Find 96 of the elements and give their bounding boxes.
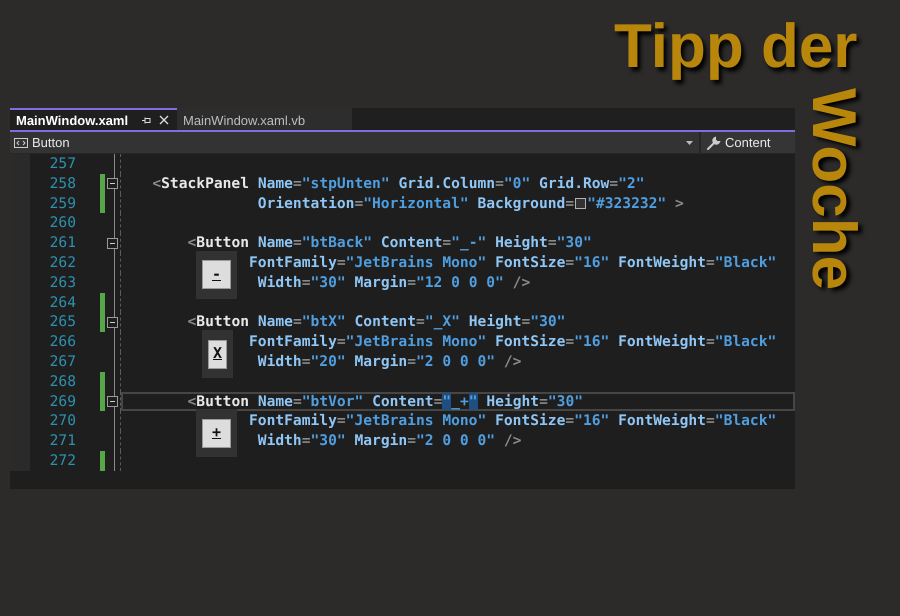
attribute-name: FontFamily=: [249, 333, 346, 350]
attribute-value: "Horizontal": [363, 194, 469, 212]
line-number: 260: [48, 213, 76, 234]
pin-icon[interactable]: [142, 116, 151, 124]
tag-close: >: [675, 194, 684, 212]
line-number: 270: [48, 411, 76, 432]
line-number: 263: [48, 272, 76, 293]
element-dropdown[interactable]: Button: [32, 135, 70, 150]
attribute-value: "20": [310, 352, 346, 370]
banner-title: Tipp der: [614, 16, 858, 78]
collapse-icon[interactable]: [107, 396, 118, 407]
attribute-value: "2 0 0 0": [416, 432, 496, 450]
attribute-value: "16": [574, 412, 610, 430]
attribute-value: "Black": [714, 333, 776, 350]
attribute-value: "30": [548, 392, 584, 410]
attribute-name: FontFamily=: [249, 412, 346, 430]
attribute-name: Name=: [258, 313, 302, 330]
attribute-value: "12 0 0 0": [416, 274, 504, 291]
attribute-name: FontWeight=: [618, 254, 715, 271]
attribute-name: Margin=: [354, 352, 416, 370]
tag-close: />: [504, 432, 522, 450]
attribute-name: FontFamily=: [249, 254, 346, 271]
attribute-name: Grid.Column=: [398, 174, 504, 192]
line-number: 262: [48, 252, 76, 273]
attribute-name: Margin=: [354, 274, 416, 291]
attribute-value: "_X": [424, 313, 460, 330]
line-number: 267: [48, 352, 76, 372]
attribute-value: "16": [574, 254, 610, 271]
line-number: 259: [48, 194, 76, 214]
line-number: 266: [48, 332, 76, 352]
attribute-name: Width=: [258, 352, 311, 370]
element-icon: [14, 138, 28, 148]
attribute-name: FontSize=: [495, 412, 574, 430]
attribute-name: Content=: [380, 234, 452, 252]
attribute-value: "2": [618, 174, 644, 192]
wrench-icon: [707, 136, 721, 150]
attribute-name: Height=: [486, 392, 548, 410]
attribute-name: Grid.Row=: [539, 174, 618, 192]
line-number: 261: [48, 233, 76, 253]
attribute-name: Content=: [372, 392, 442, 410]
attribute-value: "0": [504, 174, 530, 192]
element-tag: <Button: [188, 392, 250, 410]
collapse-icon[interactable]: [107, 238, 118, 249]
caret-icon[interactable]: [686, 140, 693, 144]
attribute-value: "30": [310, 432, 346, 450]
line-number: 271: [48, 431, 76, 451]
attribute-name: FontSize=: [495, 333, 574, 350]
attribute-name: FontWeight=: [618, 333, 715, 350]
line-number: 257: [48, 154, 76, 174]
line-number: 272: [48, 450, 76, 471]
attribute-value: "30": [530, 313, 566, 330]
attribute-name: FontSize=: [495, 254, 574, 271]
attribute-name: Content=: [354, 313, 425, 330]
banner-title: Woche: [802, 88, 864, 290]
attribute-value: "stpUnten": [302, 174, 390, 192]
attribute-value: "JetBrains Mono": [346, 254, 486, 271]
line-number: 268: [48, 372, 76, 392]
member-dropdown[interactable]: Content: [725, 135, 771, 150]
attribute-name: Background=: [477, 194, 574, 212]
attribute-value: "16": [574, 333, 610, 350]
attribute-name: Height=: [495, 234, 557, 252]
attribute-value: "_+": [442, 392, 478, 410]
line-number: 258: [48, 174, 76, 194]
attribute-name: FontWeight=: [618, 412, 715, 430]
attribute-value: "#323232": [587, 194, 666, 212]
element-tag: <Button: [188, 234, 250, 252]
collapse-icon[interactable]: [107, 178, 118, 190]
attribute-value: "_-": [451, 234, 486, 252]
element-tag: <StackPanel: [152, 174, 250, 192]
collapse-icon[interactable]: [107, 316, 118, 328]
attribute-name: Name=: [258, 174, 302, 192]
attribute-value: "btVor": [302, 392, 364, 410]
attribute-value: "30": [556, 234, 592, 252]
attribute-name: Height=: [468, 313, 530, 330]
attribute-value: "Black": [714, 412, 776, 430]
element-tag: <Button: [188, 313, 250, 330]
close-icon[interactable]: [159, 115, 169, 125]
attribute-name: Width=: [258, 432, 311, 450]
line-number: 269: [48, 392, 76, 412]
attribute-name: Width=: [258, 274, 311, 291]
attribute-value: "JetBrains Mono": [346, 333, 486, 350]
attribute-value: "2 0 0 0": [416, 352, 496, 370]
attribute-name: Orientation=: [258, 194, 364, 212]
line-number: 264: [48, 292, 76, 312]
attribute-value: "btX": [302, 313, 346, 330]
line-number: 265: [48, 312, 76, 332]
attribute-name: Name=: [258, 234, 302, 252]
attribute-value: "JetBrains Mono": [346, 412, 486, 430]
document-tab[interactable]: MainWindow.xaml.vb: [177, 108, 352, 130]
tag-close: />: [504, 352, 522, 370]
tag-close: />: [512, 274, 530, 291]
attribute-value: "btBack": [302, 234, 372, 252]
attribute-name: Margin=: [354, 432, 416, 450]
attribute-value: "Black": [714, 254, 776, 271]
attribute-value: "30": [310, 274, 346, 291]
attribute-name: Name=: [258, 392, 302, 410]
